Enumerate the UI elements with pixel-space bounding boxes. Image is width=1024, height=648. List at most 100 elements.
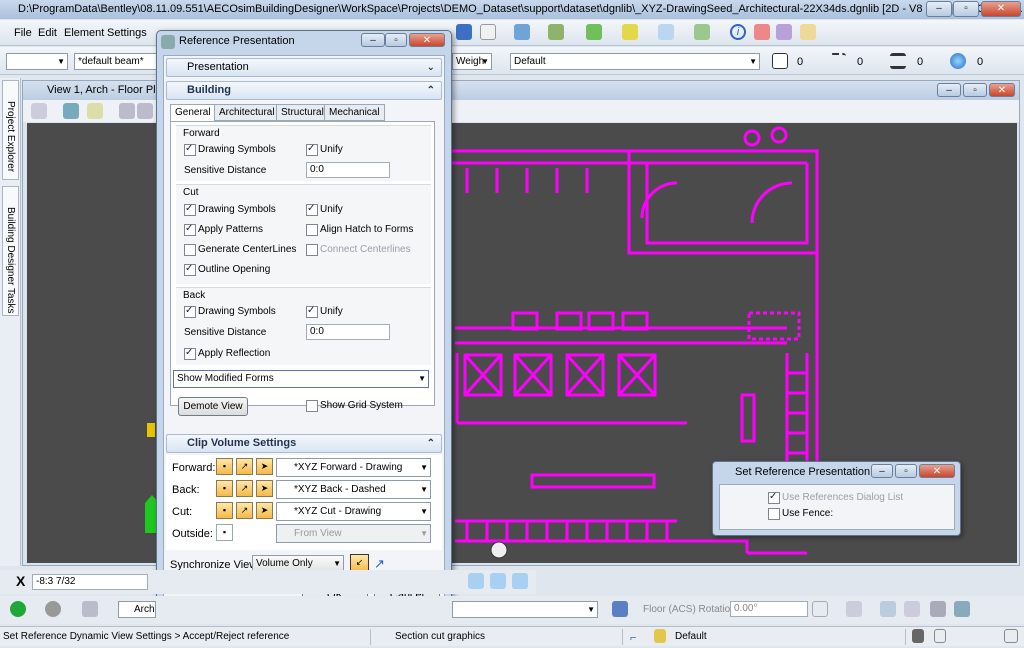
levels-icon[interactable] <box>622 24 638 40</box>
show-forms-select[interactable]: Show Modified Forms ▼ <box>173 370 429 388</box>
clip-forward-pointer-icon[interactable]: ➤ <box>256 458 273 475</box>
level-combo[interactable]: ▼ <box>6 53 68 70</box>
transparency-icon[interactable] <box>950 53 966 69</box>
apply-reflection-checkbox[interactable]: Apply Reflection <box>184 347 270 360</box>
references-icon[interactable] <box>586 24 602 40</box>
tab-building-designer-tasks[interactable]: Building Designer Tasks <box>2 186 19 316</box>
cube-front-icon[interactable] <box>490 573 506 589</box>
tasks-icon[interactable] <box>694 24 710 40</box>
view-icon[interactable] <box>880 601 896 617</box>
lighting-icon[interactable] <box>87 103 103 119</box>
clip-back-select-icon[interactable]: ▪ <box>216 480 233 497</box>
person-icon[interactable] <box>930 601 946 617</box>
floor-manager-icon[interactable] <box>846 601 862 617</box>
transparency-value[interactable]: 0 <box>977 56 983 68</box>
outline-opening-checkbox[interactable]: Outline Opening <box>184 263 270 276</box>
small-minimize-button[interactable]: – <box>871 464 893 478</box>
demote-view-button[interactable]: Demote View <box>178 397 248 416</box>
clip-cut-style-select[interactable]: *XYZ Cut - Drawing ▼ <box>276 502 431 521</box>
weight-combo[interactable]: Weigh ▼ <box>452 53 492 70</box>
tab-architectural[interactable]: Architectural <box>214 104 280 121</box>
back-sensitive-distance-input[interactable]: 0:0 <box>306 324 390 340</box>
view-close-button[interactable]: ✕ <box>989 83 1015 97</box>
lineweight-icon[interactable] <box>890 53 906 69</box>
dialog-maximize-button[interactable]: ▫ <box>385 33 407 47</box>
back-arrow-icon[interactable] <box>10 601 26 617</box>
clip-back-pointer-icon[interactable]: ➤ <box>256 480 273 497</box>
view-minimize-button[interactable]: – <box>937 83 961 97</box>
cut-unify-checkbox[interactable]: Unify <box>306 203 343 216</box>
back-unify-checkbox[interactable]: Unify <box>306 305 343 318</box>
color-icon[interactable] <box>772 53 788 69</box>
clip-back-pick-icon[interactable]: ↗ <box>236 480 253 497</box>
dialog-close-button[interactable]: ✕ <box>409 33 445 47</box>
clip-cut-pointer-icon[interactable]: ➤ <box>256 502 273 519</box>
models-icon[interactable] <box>514 24 530 40</box>
forward-sensitive-distance-input[interactable]: 0:0 <box>306 162 390 178</box>
style-combo[interactable]: *default beam* <box>74 53 158 70</box>
floor-combo[interactable]: ▼ <box>452 601 598 618</box>
clip-cut-select-icon[interactable]: ▪ <box>216 502 233 519</box>
forward-unify-checkbox[interactable]: Unify <box>306 143 343 156</box>
clip-forward-style-select[interactable]: *XYZ Forward - Drawing ▼ <box>276 458 431 477</box>
linestyle-icon[interactable] <box>830 53 846 69</box>
menu-settings[interactable]: Settings <box>107 27 147 39</box>
menu-edit[interactable]: Edit <box>38 27 57 39</box>
clip-outside-select-icon[interactable]: ▪ <box>216 524 233 541</box>
x-coordinate-input[interactable]: -8:3 7/32 <box>32 574 148 590</box>
tab-general[interactable]: General <box>170 104 216 122</box>
template-combo[interactable]: Default ▼ <box>510 53 760 70</box>
show-grid-system-checkbox[interactable]: Show Grid System <box>306 400 403 412</box>
table-icon[interactable] <box>800 24 816 40</box>
lineweight-value[interactable]: 0 <box>917 56 923 68</box>
raster-icon[interactable] <box>548 24 564 40</box>
forward-arrow-icon[interactable] <box>45 601 61 617</box>
new-file-icon[interactable] <box>480 24 496 40</box>
tab-project-explorer[interactable]: Project Explorer <box>2 80 19 180</box>
use-fence-checkbox[interactable]: Use Fence: <box>768 508 833 520</box>
minimize-button[interactable]: – <box>926 1 952 17</box>
grid-icon[interactable] <box>776 24 792 40</box>
maximize-button[interactable]: ▫ <box>953 1 979 17</box>
tool-icon[interactable] <box>82 601 98 617</box>
small-close-button[interactable]: ✕ <box>919 464 955 478</box>
cube-icon[interactable] <box>468 573 484 589</box>
clip-cut-pick-icon[interactable]: ↗ <box>236 502 253 519</box>
color-value[interactable]: 0 <box>797 56 803 68</box>
info-icon[interactable]: i <box>730 24 746 40</box>
clip-forward-select-icon[interactable]: ▪ <box>216 458 233 475</box>
message-center-icon[interactable] <box>1004 629 1018 643</box>
document-icon[interactable] <box>934 629 946 643</box>
menu-file[interactable]: File <box>14 27 32 39</box>
snap-icon[interactable]: ⌐ <box>630 629 644 644</box>
clip-forward-pick-icon[interactable]: ↗ <box>236 458 253 475</box>
tab-mechanical[interactable]: Mechanical <box>324 104 385 121</box>
tool-icon[interactable] <box>456 24 472 40</box>
lock-icon[interactable] <box>654 629 666 643</box>
frame-icon[interactable] <box>904 601 920 617</box>
menu-element[interactable]: Element <box>64 27 104 39</box>
floors-icon[interactable] <box>612 601 628 617</box>
view-restore-button[interactable]: ▫ <box>963 83 987 97</box>
presentation-section[interactable]: Presentation ⌄ <box>166 58 442 77</box>
forward-drawing-symbols-checkbox[interactable]: Drawing Symbols <box>184 143 276 156</box>
building-section[interactable]: Building ⌃ <box>166 81 442 100</box>
align-hatch-checkbox[interactable]: Align Hatch to Forms <box>306 224 413 236</box>
apply-patterns-checkbox[interactable]: Apply Patterns <box>184 223 263 236</box>
display-style-icon[interactable] <box>63 103 79 119</box>
zoom-icon[interactable] <box>137 103 153 119</box>
status-active-level[interactable]: Default <box>675 627 707 646</box>
dialog-minimize-button[interactable]: – <box>361 33 385 47</box>
clip-volume-section[interactable]: Clip Volume Settings ⌃ <box>166 434 442 453</box>
save-icon[interactable] <box>912 629 924 643</box>
small-maximize-button[interactable]: ▫ <box>895 464 917 478</box>
sync-icon[interactable] <box>954 601 970 617</box>
cut-drawing-symbols-checkbox[interactable]: Drawing Symbols <box>184 203 276 216</box>
arch-combo[interactable]: Arch <box>118 601 156 618</box>
close-button[interactable]: ✕ <box>981 1 1021 17</box>
generate-centerlines-checkbox[interactable]: Generate CenterLines <box>184 244 296 256</box>
edit-icon[interactable] <box>754 24 770 40</box>
linestyle-value[interactable]: 0 <box>857 56 863 68</box>
pen-icon[interactable] <box>119 103 135 119</box>
view-attributes-icon[interactable] <box>31 103 47 119</box>
